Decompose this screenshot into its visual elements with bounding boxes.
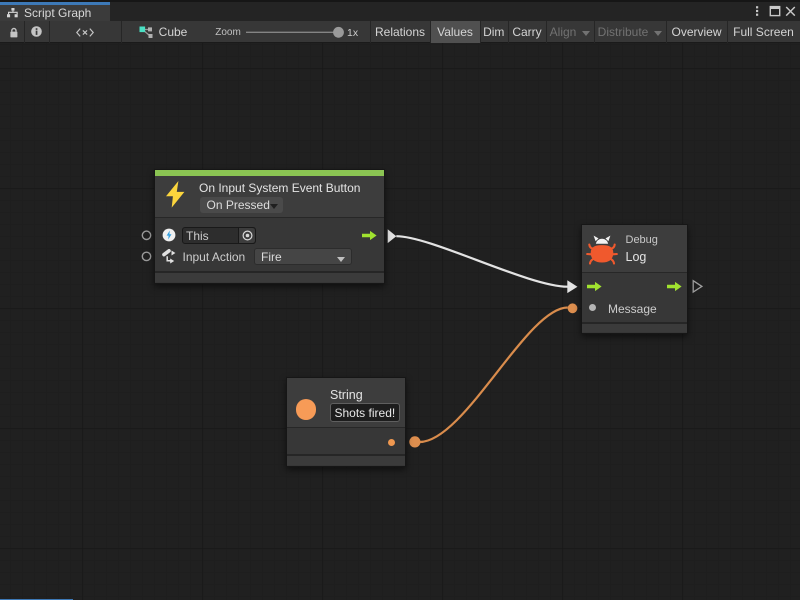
- svg-text:1x: 1x: [347, 27, 359, 39]
